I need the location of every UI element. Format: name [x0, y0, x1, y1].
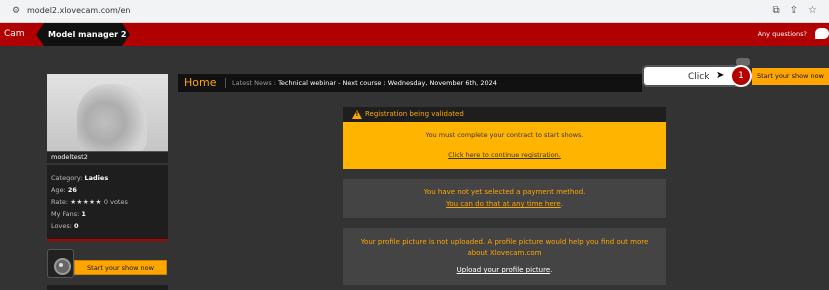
upload-line: Upload your profile picture. [343, 265, 666, 275]
profile-picture-notice: Your profile picture is not uploaded. A … [343, 228, 666, 285]
warning-icon [352, 110, 362, 119]
username: modeltest2 [47, 151, 168, 163]
category-value: Ladies [84, 174, 109, 182]
payment-line-end: . [560, 200, 563, 208]
news-bar: Home Latest News : Technical webinar - N… [178, 74, 642, 92]
brand-logo[interactable]: Cam [4, 28, 25, 40]
browser-address-bar: ⚙ model2.xlovecam.com/en ⧉ ⇪ ☆ [0, 0, 829, 23]
questions-link[interactable]: Any questions? [758, 30, 807, 39]
profile-photo-image [77, 84, 147, 151]
registration-notice: You must complete your contract to start… [343, 122, 666, 169]
home-link[interactable]: Home [184, 76, 216, 90]
latest-news-text: Technical webinar - Next course : Wednes… [278, 79, 497, 87]
model-manager-tab[interactable]: Model manager 2 [36, 23, 130, 46]
continue-registration-link[interactable]: Click here to continue registration. [343, 151, 666, 160]
tune-icon[interactable]: ⚙ [10, 6, 22, 17]
registration-message: You must complete your contract to start… [425, 131, 584, 139]
fans-line: My Fans: 1 [51, 208, 168, 220]
cursor-icon: ➤ [716, 70, 725, 81]
browser-actions: ⧉ ⇪ ☆ [773, 4, 818, 18]
profile-picture-message: Your profile picture is not uploaded. A … [360, 238, 649, 257]
payment-line: You can do that at any time here. [343, 199, 666, 209]
star-icon[interactable]: ☆ [808, 4, 817, 18]
start-show-button-header[interactable]: Start your show now [752, 68, 829, 85]
rate-line: Rate: ★★★★★ 0 votes [51, 196, 168, 208]
news-divider [225, 78, 226, 88]
tutorial-step-badge: 1 [730, 65, 752, 87]
profile-photo[interactable] [47, 74, 168, 151]
payment-method-link[interactable]: You can do that at any time here [446, 200, 561, 208]
loves-line: Loves: 0 [51, 220, 168, 232]
rate-votes: 0 votes [103, 198, 128, 206]
loves-value: 0 [73, 222, 79, 230]
sidebar-next-panel [47, 285, 168, 290]
registration-header: Registration being validated [343, 107, 666, 122]
rate-label: Rate: [51, 198, 69, 206]
fans-label: My Fans: [51, 210, 80, 218]
rating-stars-icon: ★★★★★ [70, 198, 102, 206]
latest-news[interactable]: Latest News : Technical webinar - Next c… [232, 79, 497, 88]
payment-message: You have not yet selected a payment meth… [423, 188, 586, 196]
tutorial-click-text: Click [688, 72, 710, 82]
payment-notice: You have not yet selected a payment meth… [343, 179, 666, 218]
start-show-button-sidebar[interactable]: Start your show now [74, 260, 167, 275]
upload-line-end: . [550, 266, 553, 274]
fans-value: 1 [81, 210, 86, 218]
url-text[interactable]: model2.xlovecam.com/en [27, 5, 130, 17]
webcam-icon [47, 249, 74, 278]
profile-info: Category: Ladies Age: 26 Rate: ★★★★★ 0 v… [47, 165, 168, 241]
age-line: Age: 26 [51, 184, 168, 196]
share-icon[interactable]: ⇪ [790, 4, 798, 18]
latest-news-label: Latest News : [232, 79, 276, 87]
chat-icon[interactable] [815, 28, 829, 39]
category-label: Category: [51, 174, 83, 182]
upload-picture-link[interactable]: Upload your profile picture [457, 266, 551, 274]
install-icon[interactable]: ⧉ [773, 4, 780, 18]
age-label: Age: [51, 186, 66, 194]
loves-label: Loves: [51, 222, 72, 230]
top-navigation: Cam Model manager 2 Any questions? [0, 23, 829, 46]
age-value: 26 [67, 186, 77, 194]
category-line: Category: Ladies [51, 172, 168, 184]
model-manager-tab-label: Model manager 2 [48, 30, 127, 39]
registration-title: Registration being validated [365, 110, 464, 118]
